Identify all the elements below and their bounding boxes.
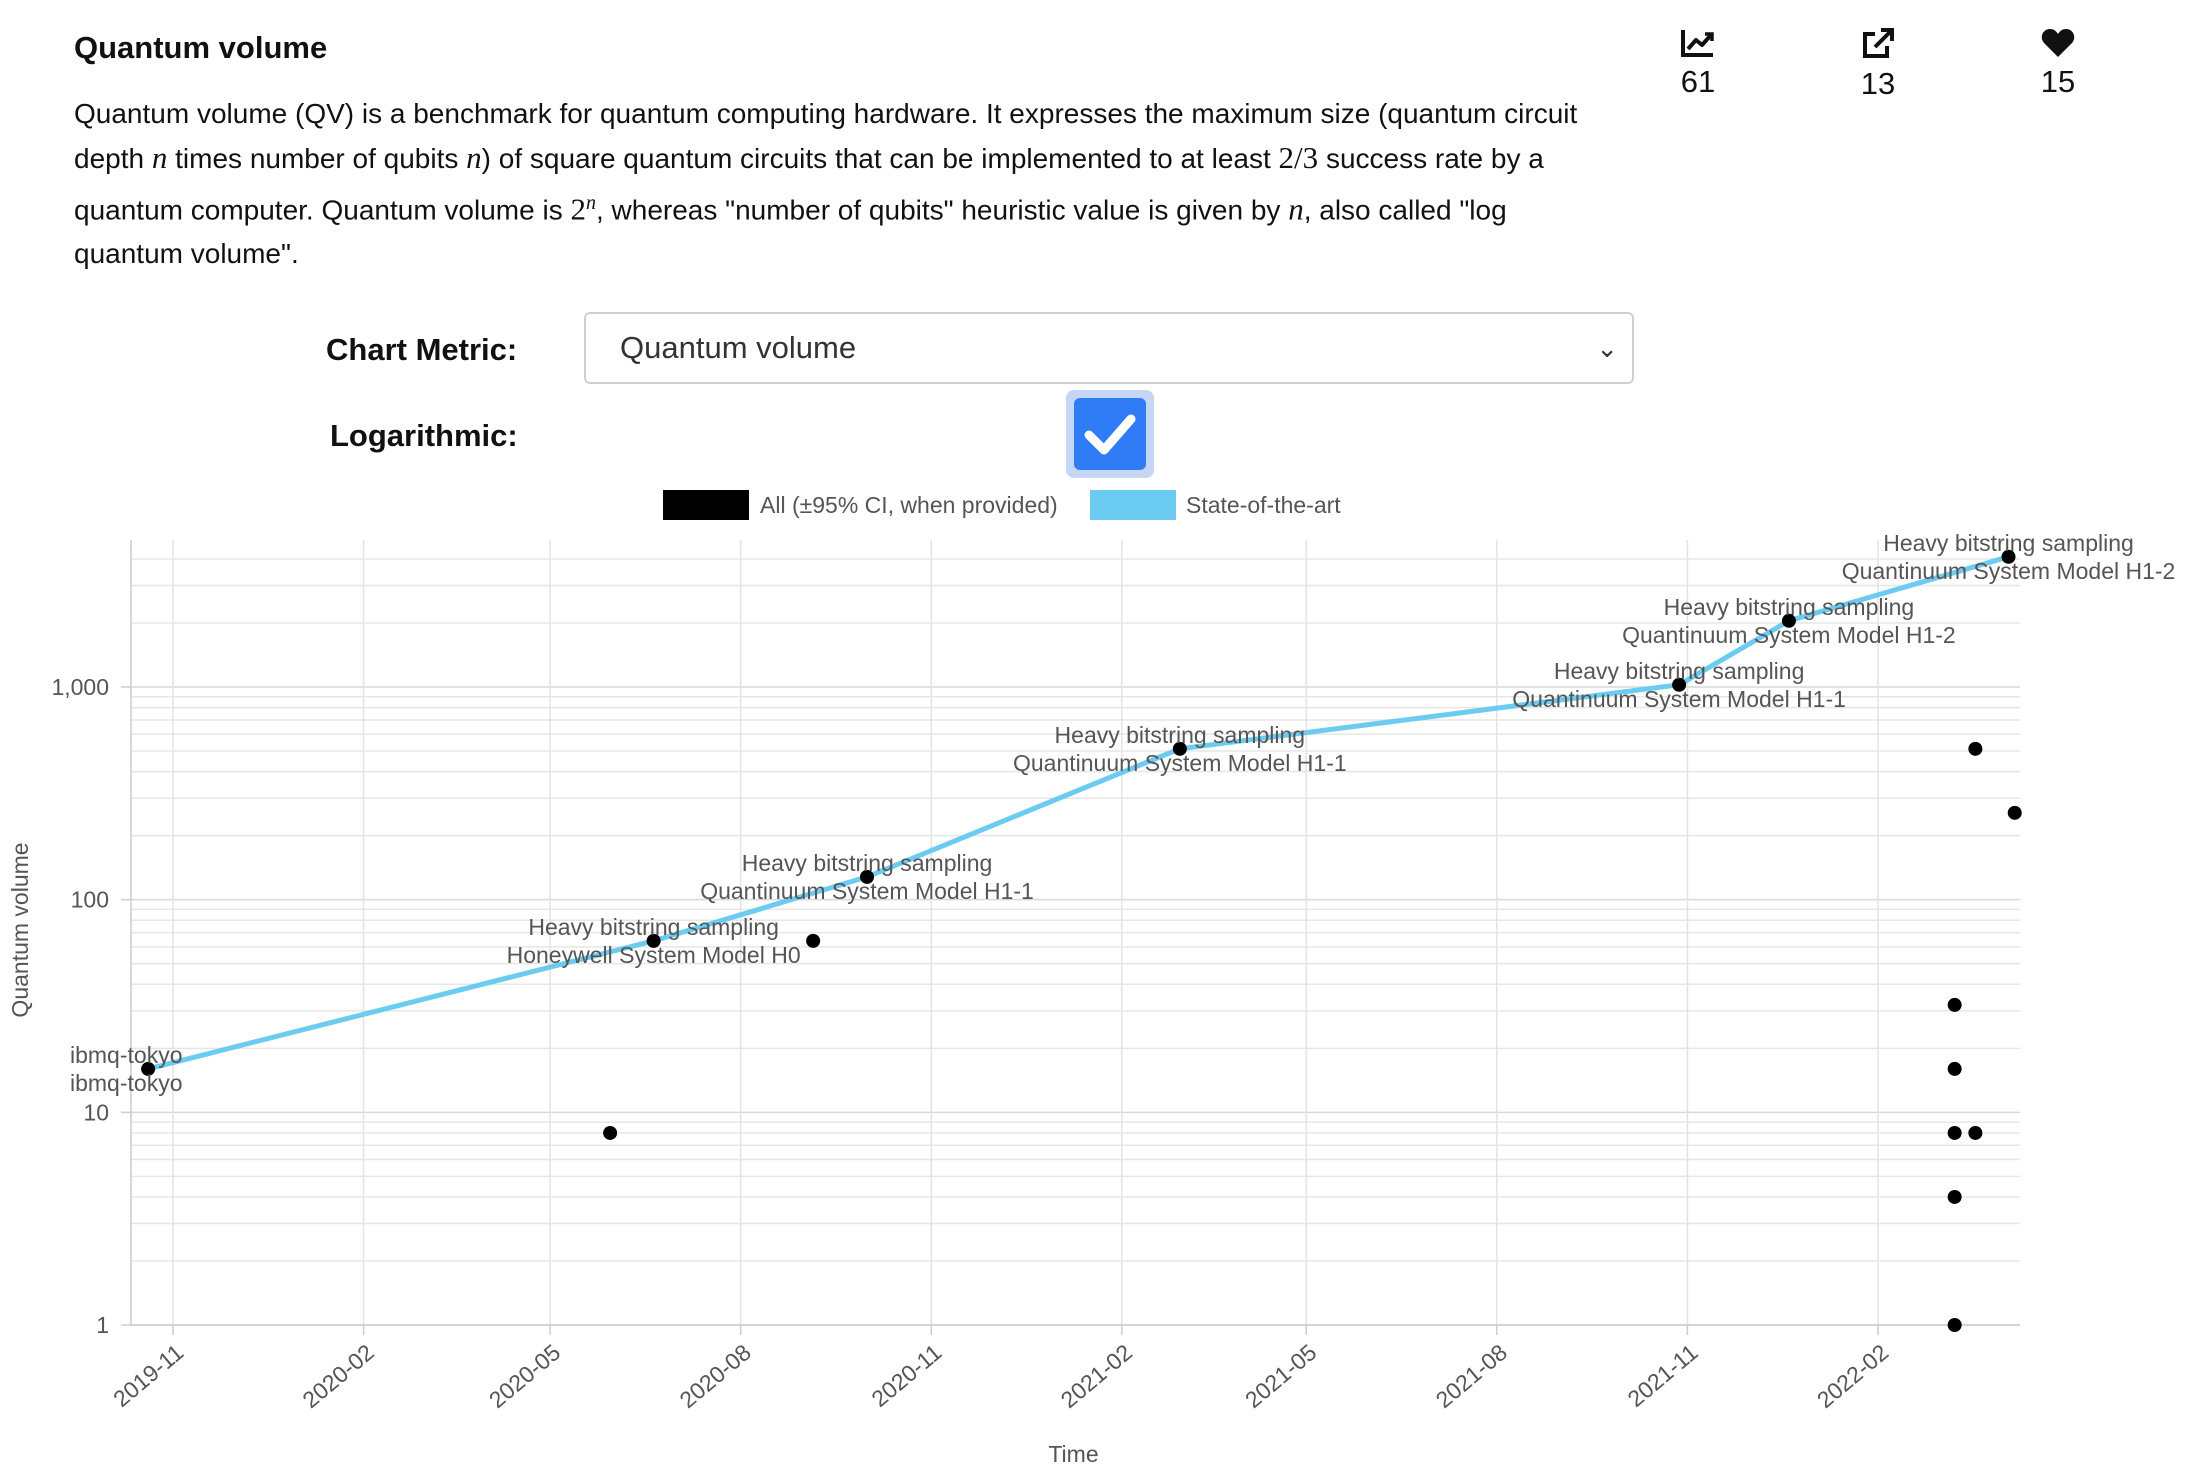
logarithmic-checkbox[interactable]	[1066, 390, 1154, 478]
math-base: 2	[570, 191, 586, 227]
legend-swatch-all	[663, 490, 749, 520]
annotation-device: Quantinuum System Model H1-1	[1512, 686, 1846, 712]
annotation-method: Heavy bitstring sampling	[528, 914, 779, 940]
data-point	[806, 933, 821, 948]
checkmark-icon	[1084, 414, 1136, 455]
annotation-method: Heavy bitstring sampling	[1554, 658, 1805, 684]
data-point	[1968, 741, 1983, 756]
y-axis-title: Quantum volume	[7, 842, 33, 1017]
x-tick-label: 2021-08	[1431, 1339, 1512, 1413]
legend-swatch-sota	[1090, 490, 1176, 520]
math-n: n	[151, 140, 168, 175]
x-axis-title: Time	[1048, 1441, 1098, 1467]
x-tick-label: 2020-05	[484, 1339, 565, 1413]
annotation-method: Heavy bitstring sampling	[1883, 530, 2134, 556]
data-point	[2007, 805, 2022, 820]
x-tick-label: 2020-02	[297, 1339, 378, 1413]
annotation-method: ibmq-tokyo	[70, 1042, 182, 1068]
data-point	[1947, 997, 1962, 1012]
annotation-device: Quantinuum System Model H1-2	[1842, 558, 2176, 584]
annotation-device: Honeywell System Model H0	[507, 942, 801, 968]
math-n: n	[466, 140, 482, 175]
x-tick-label: 2021-02	[1056, 1339, 1137, 1413]
x-tick-label: 2022-02	[1812, 1339, 1893, 1413]
stat-links-count: 13	[1860, 66, 1896, 101]
heart-icon	[2041, 29, 2075, 57]
chart-metric-select[interactable]: Quantum volume ⌄	[584, 312, 1634, 384]
x-tick-label: 2020-11	[866, 1339, 946, 1412]
data-point	[1947, 1318, 1962, 1332]
stat-charts[interactable]: 61	[1638, 28, 1758, 100]
chart-line-icon	[1681, 30, 1714, 57]
math-exponent: n	[585, 192, 596, 214]
page-title: Quantum volume	[74, 30, 328, 65]
x-tick-label: 2020-08	[674, 1339, 755, 1413]
chart-metric-label: Chart Metric:	[326, 332, 518, 367]
annotation-device: Quantinuum System Model H1-1	[1013, 750, 1347, 776]
chart-legend: All (±95% CI, when provided) State-of-the…	[663, 490, 1341, 520]
annotation-method: Heavy bitstring sampling	[1055, 722, 1306, 748]
external-link-icon	[1863, 28, 1894, 58]
annotation-device: Quantinuum System Model H1-1	[700, 878, 1034, 904]
math-n: n	[1288, 191, 1304, 227]
annotation-method: Heavy bitstring sampling	[742, 850, 993, 876]
data-point	[1947, 1125, 1962, 1140]
description-text: , whereas "number of qubits" heuristic v…	[595, 194, 1289, 226]
stat-likes-count: 15	[2040, 64, 2076, 99]
y-tick-label: 1	[96, 1312, 109, 1338]
x-tick-label: 2019-11	[108, 1339, 188, 1412]
data-point	[1968, 1125, 1983, 1140]
legend-label-sota: State-of-the-art	[1186, 492, 1341, 518]
data-point	[603, 1125, 618, 1140]
data-point	[1947, 1061, 1962, 1076]
description: Quantum volume (QV) is a benchmark for q…	[74, 92, 1614, 276]
annotation-device: Quantinuum System Model H1-2	[1622, 622, 1956, 648]
legend-label-all: All (±95% CI, when provided)	[760, 492, 1058, 518]
quantum-volume-chart: 1 10 100 1,000 2019-11 2020-02 2020-05 2020-08 2…	[7, 490, 2176, 1467]
annotation-device: ibmq-tokyo	[70, 1070, 182, 1096]
stat-likes[interactable]: 15	[1998, 28, 2118, 100]
description-text: ) of square quantum circuits that can be…	[481, 143, 1279, 174]
chart-metric-value: Quantum volume	[620, 330, 857, 365]
y-tick-label: 10	[83, 1099, 109, 1125]
y-tick-label: 1,000	[51, 674, 109, 700]
y-tick-label: 100	[71, 887, 109, 913]
data-point	[1947, 1189, 1962, 1204]
checkbox-box	[1074, 398, 1146, 470]
x-tick-label: 2021-11	[1623, 1339, 1703, 1412]
annotation-method: Heavy bitstring sampling	[1664, 594, 1915, 620]
x-tick-label: 2021-05	[1240, 1339, 1321, 1413]
logarithmic-label: Logarithmic:	[330, 418, 518, 453]
description-text: times number of qubits	[167, 143, 467, 174]
math-fraction: 2/3	[1278, 140, 1319, 175]
stat-charts-count: 61	[1680, 64, 1716, 99]
chevron-down-icon: ⌄	[1596, 333, 1618, 363]
stat-links[interactable]: 13	[1818, 28, 1938, 102]
